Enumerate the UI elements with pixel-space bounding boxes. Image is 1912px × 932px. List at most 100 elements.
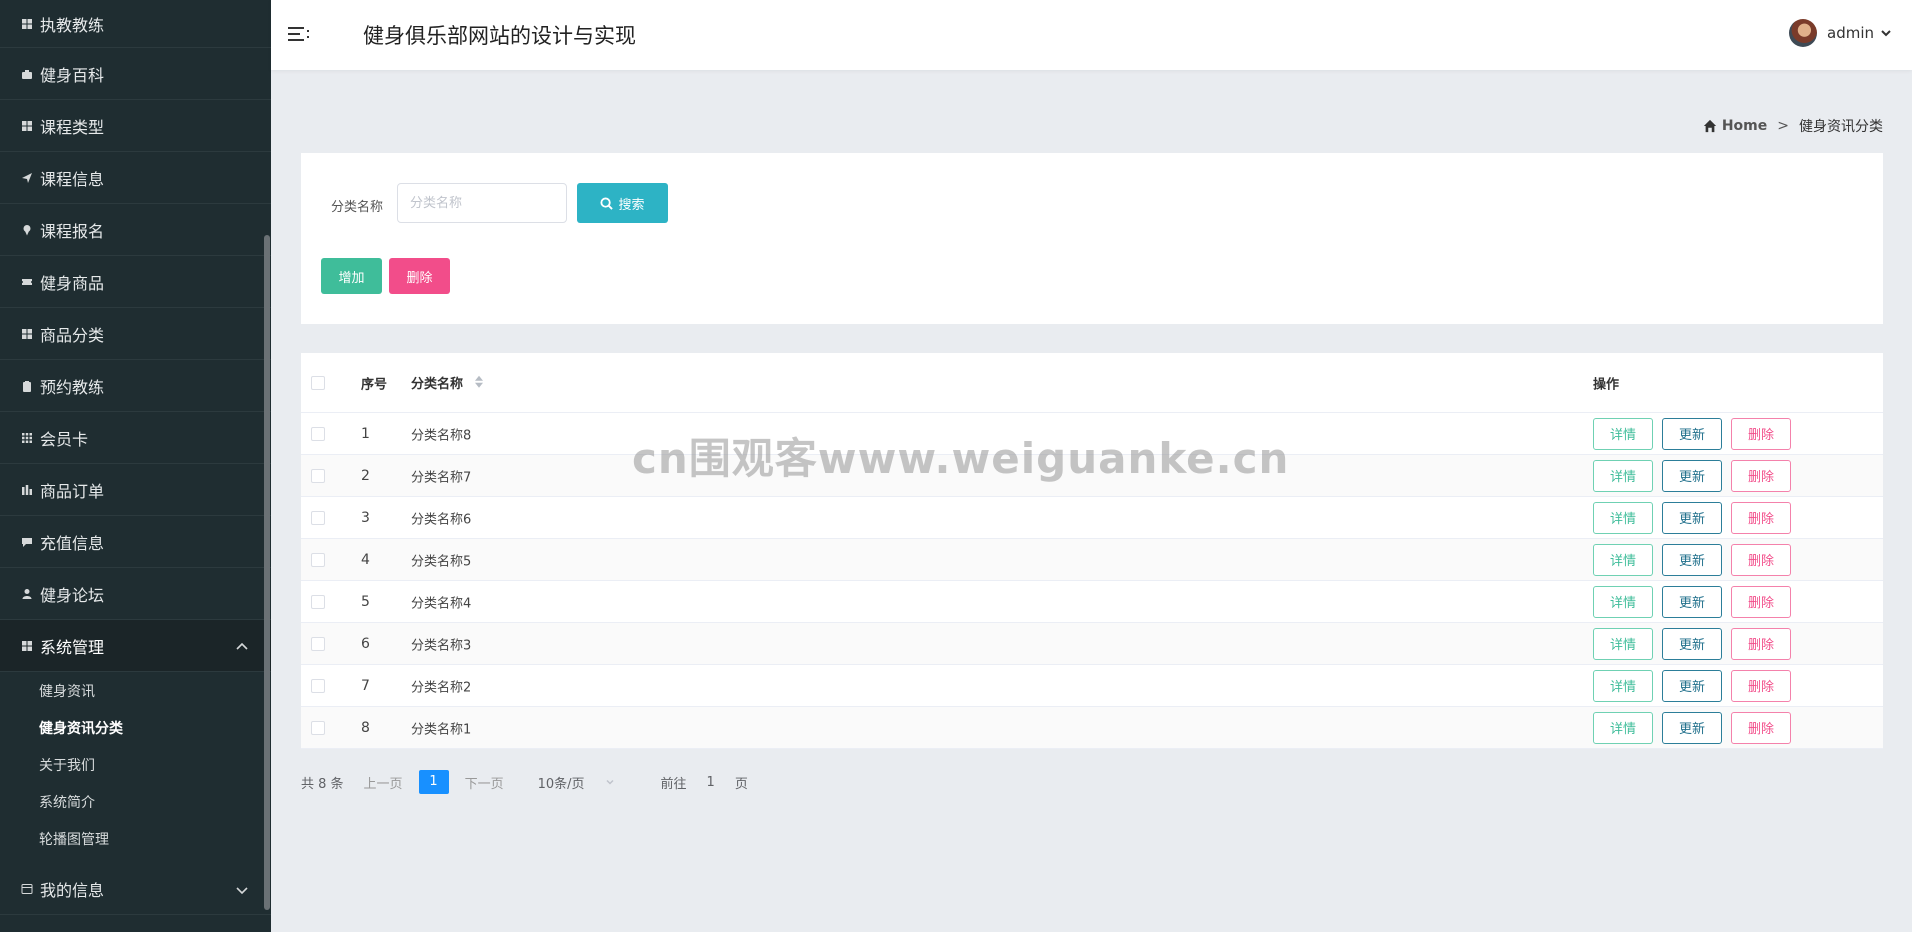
- chevron-down-icon[interactable]: [235, 882, 249, 896]
- sidebar-item-9[interactable]: 会员卡: [0, 412, 271, 464]
- remove-button[interactable]: 删除: [1731, 417, 1791, 450]
- update-button[interactable]: 更新: [1662, 627, 1722, 660]
- update-button[interactable]: 更新: [1662, 501, 1722, 534]
- avatar[interactable]: [1789, 19, 1817, 47]
- detail-button[interactable]: 详情: [1593, 459, 1653, 492]
- sidebar-item-label: 预约教练: [40, 377, 105, 397]
- detail-button[interactable]: 详情: [1593, 543, 1653, 576]
- delete-button[interactable]: 删除: [389, 258, 450, 294]
- menu-toggle-icon[interactable]: [288, 24, 312, 44]
- remove-button[interactable]: 删除: [1731, 711, 1791, 744]
- sidebar-item-label: 课程信息: [40, 169, 105, 189]
- grid-icon: [20, 327, 34, 341]
- row-name: 分类名称8: [411, 428, 472, 443]
- pager-current-page[interactable]: 1: [418, 770, 449, 794]
- pager-next[interactable]: 下一页: [465, 773, 504, 792]
- remove-button[interactable]: 删除: [1731, 669, 1791, 702]
- user-name[interactable]: admin: [1827, 24, 1874, 42]
- detail-button[interactable]: 详情: [1593, 417, 1653, 450]
- user-menu[interactable]: admin: [1789, 19, 1892, 47]
- sidebar-item-3[interactable]: 课程类型: [0, 100, 271, 152]
- row-checkbox[interactable]: [311, 510, 325, 525]
- pagination: 共 8 条 上一页 1 下一页 10条/页 前往 1 页: [301, 770, 748, 794]
- pager-total: 共 8 条: [301, 776, 344, 792]
- table-header-row: 序号 分类名称 操作: [301, 353, 1883, 413]
- sidebar-item-5[interactable]: 课程报名: [0, 204, 271, 256]
- breadcrumb: Home > 健身资讯分类: [1703, 116, 1883, 136]
- chevron-down-icon[interactable]: [1880, 27, 1892, 39]
- search-panel: 分类名称 搜索 增加 删除: [301, 153, 1883, 324]
- detail-button[interactable]: 详情: [1593, 501, 1653, 534]
- sidebar-item-label: 课程类型: [40, 117, 105, 137]
- sidebar-item-12[interactable]: 健身论坛: [0, 568, 271, 620]
- search-button[interactable]: 搜索: [577, 183, 668, 223]
- submenu-item[interactable]: 关于我们: [0, 748, 271, 785]
- sidebar-item-2[interactable]: 健身百科: [0, 48, 271, 100]
- update-button[interactable]: 更新: [1662, 543, 1722, 576]
- add-button[interactable]: 增加: [321, 258, 382, 294]
- sidebar: 执教教练 健身百科 课程类型 课程信息 课程报名 健身商品 商品分类 预约教练 …: [0, 0, 271, 932]
- remove-button[interactable]: 删除: [1731, 543, 1791, 576]
- submenu-item[interactable]: 健身资讯分类: [0, 711, 271, 748]
- row-checkbox[interactable]: [311, 720, 325, 735]
- pager-goto-input[interactable]: 1: [707, 775, 715, 790]
- page-size-select[interactable]: 10条/页: [538, 773, 615, 792]
- chevron-up-icon[interactable]: [235, 639, 249, 653]
- submenu-item[interactable]: 健身资讯: [0, 674, 271, 711]
- select-all-checkbox[interactable]: [311, 375, 325, 390]
- row-actions: 详情 更新 删除: [1593, 501, 1800, 534]
- submenu-item[interactable]: 轮播图管理: [0, 822, 271, 859]
- sidebar-item-label: 会员卡: [40, 429, 89, 449]
- remove-button[interactable]: 删除: [1731, 459, 1791, 492]
- detail-button[interactable]: 详情: [1593, 711, 1653, 744]
- header-name[interactable]: 分类名称: [411, 372, 484, 393]
- sidebar-item-10[interactable]: 商品订单: [0, 464, 271, 516]
- table-row: 6 分类名称3 详情 更新 删除: [301, 623, 1883, 665]
- send-icon: [20, 171, 34, 185]
- sidebar-item-label: 商品分类: [40, 325, 105, 345]
- row-actions: 详情 更新 删除: [1593, 543, 1800, 576]
- row-checkbox[interactable]: [311, 426, 325, 441]
- home-icon: [1703, 119, 1716, 133]
- sidebar-item-system[interactable]: 系统管理: [0, 620, 271, 672]
- sidebar-item-7[interactable]: 商品分类: [0, 308, 271, 360]
- update-button[interactable]: 更新: [1662, 417, 1722, 450]
- sidebar-item-label: 健身百科: [40, 65, 105, 85]
- row-name: 分类名称3: [411, 638, 472, 653]
- breadcrumb-home[interactable]: Home: [1703, 118, 1767, 134]
- row-checkbox[interactable]: [311, 678, 325, 693]
- breadcrumb-home-label[interactable]: Home: [1722, 118, 1767, 134]
- row-checkbox[interactable]: [311, 594, 325, 609]
- row-checkbox[interactable]: [311, 468, 325, 483]
- detail-button[interactable]: 详情: [1593, 669, 1653, 702]
- row-index: 8: [361, 719, 370, 736]
- sidebar-item-4[interactable]: 课程信息: [0, 152, 271, 204]
- header-name-label[interactable]: 分类名称: [411, 376, 463, 391]
- sidebar-item-8[interactable]: 预约教练: [0, 360, 271, 412]
- update-button[interactable]: 更新: [1662, 711, 1722, 744]
- sidebar-scrollbar[interactable]: [264, 235, 270, 910]
- submenu-item[interactable]: 系统简介: [0, 785, 271, 822]
- search-input[interactable]: [397, 183, 567, 223]
- row-checkbox[interactable]: [311, 552, 325, 567]
- sidebar-item-6[interactable]: 健身商品: [0, 256, 271, 308]
- row-checkbox[interactable]: [311, 636, 325, 651]
- update-button[interactable]: 更新: [1662, 459, 1722, 492]
- remove-button[interactable]: 删除: [1731, 627, 1791, 660]
- remove-button[interactable]: 删除: [1731, 501, 1791, 534]
- update-button[interactable]: 更新: [1662, 585, 1722, 618]
- sort-icon[interactable]: [474, 375, 484, 393]
- window-icon: [20, 882, 34, 896]
- sidebar-item-my-info[interactable]: 我的信息: [0, 863, 271, 915]
- detail-button[interactable]: 详情: [1593, 627, 1653, 660]
- sidebar-item-1[interactable]: 执教教练: [0, 0, 271, 48]
- remove-button[interactable]: 删除: [1731, 585, 1791, 618]
- chevron-down-icon[interactable]: [605, 777, 615, 787]
- page-size-value[interactable]: 10条/页: [538, 773, 585, 792]
- pager-prev[interactable]: 上一页: [364, 773, 403, 792]
- sidebar-item-11[interactable]: 充值信息: [0, 516, 271, 568]
- pager-goto-suffix: 页: [734, 776, 748, 792]
- detail-button[interactable]: 详情: [1593, 585, 1653, 618]
- update-button[interactable]: 更新: [1662, 669, 1722, 702]
- data-table: 序号 分类名称 操作 1 分类名称8 详情 更新 删除 2 分类名称7 详情 更…: [301, 353, 1883, 749]
